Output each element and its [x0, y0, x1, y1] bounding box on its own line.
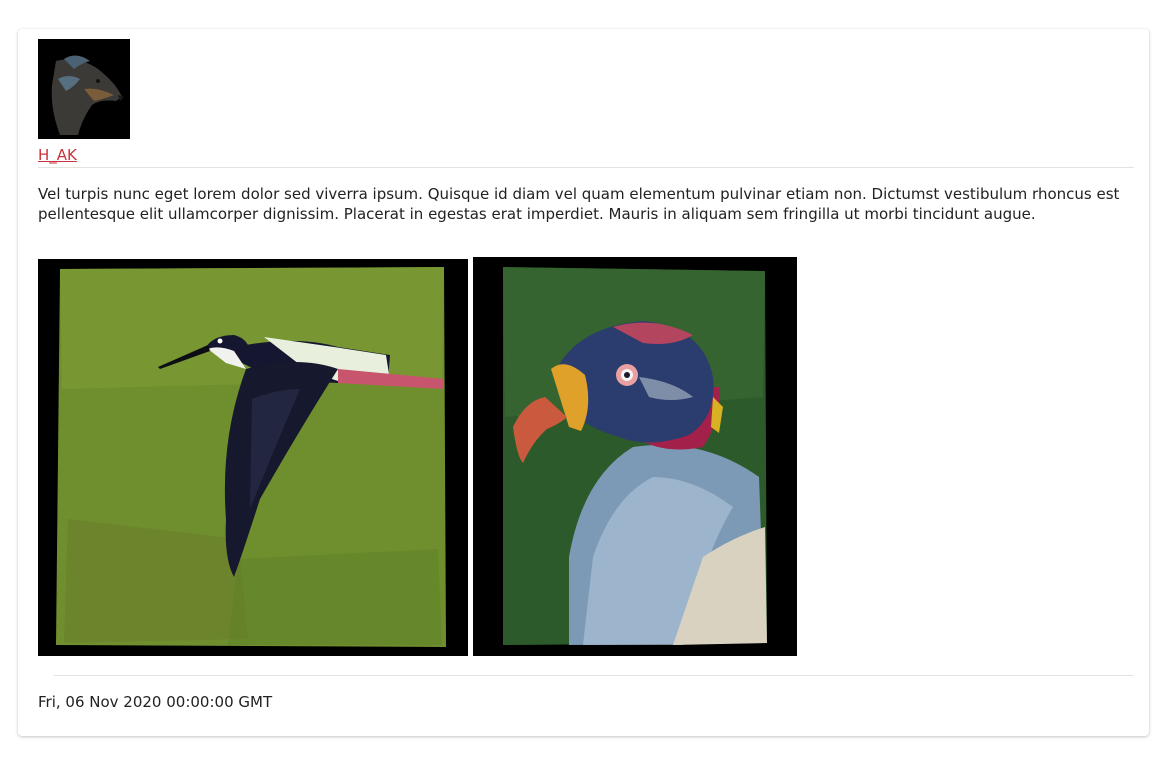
avatar-image — [38, 39, 130, 139]
post-timestamp: Fri, 06 Nov 2020 00:00:00 GMT — [38, 693, 273, 711]
author-link[interactable]: H_AK — [38, 146, 77, 164]
vulture-painting-image[interactable] — [473, 257, 797, 656]
post-card: H_AK Vel turpis nunc eget lorem dolor se… — [18, 29, 1149, 736]
stilt-painting-image[interactable] — [38, 259, 468, 656]
avatar[interactable] — [38, 39, 130, 139]
post-text: Vel turpis nunc eget lorem dolor sed viv… — [38, 185, 1120, 223]
divider — [38, 167, 1134, 168]
divider — [54, 675, 1134, 676]
image-gallery — [38, 257, 798, 657]
